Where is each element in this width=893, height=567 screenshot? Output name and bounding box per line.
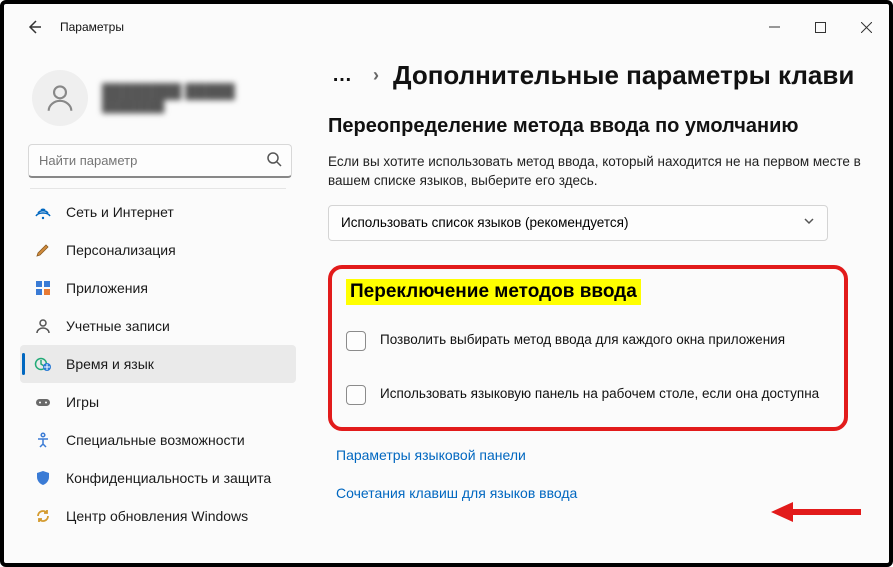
- minimize-button[interactable]: [751, 4, 797, 50]
- nav-item-brush[interactable]: Персонализация: [20, 231, 296, 269]
- brush-icon: [34, 241, 52, 259]
- shield-icon: [34, 469, 52, 487]
- nav-item-shield[interactable]: Конфиденциальность и защита: [20, 459, 296, 497]
- breadcrumb: … › Дополнительные параметры клави: [328, 60, 889, 113]
- override-description: Если вы хотите использовать метод ввода,…: [328, 153, 889, 191]
- nav-list: Сеть и Интернет Персонализация Приложения У…: [20, 188, 300, 563]
- profile-block[interactable]: ████████ █████ ████████: [20, 56, 300, 144]
- nav-item-network[interactable]: Сеть и Интернет: [20, 193, 296, 231]
- nav-item-games[interactable]: Игры: [20, 383, 296, 421]
- window-title: Параметры: [60, 20, 124, 34]
- search-icon: [266, 151, 282, 172]
- breadcrumb-more-button[interactable]: …: [328, 64, 359, 87]
- apps-icon: [34, 279, 52, 297]
- default-input-method-dropdown[interactable]: Использовать список языков (рекомендуетс…: [328, 205, 828, 241]
- nav-item-label: Время и язык: [66, 356, 154, 372]
- nav-item-label: Специальные возможности: [66, 432, 245, 448]
- nav-item-label: Сеть и Интернет: [66, 204, 174, 220]
- person-icon: [34, 317, 52, 335]
- nav-item-label: Центр обновления Windows: [66, 508, 248, 524]
- language-bar-label: Использовать языковую панель на рабочем …: [380, 385, 823, 403]
- nav-item-person[interactable]: Учетные записи: [20, 307, 296, 345]
- close-button[interactable]: [843, 4, 889, 50]
- nav-item-apps[interactable]: Приложения: [20, 269, 296, 307]
- dropdown-selected-label: Использовать список языков (рекомендуетс…: [341, 215, 628, 230]
- nav-item-label: Учетные записи: [66, 318, 170, 334]
- network-icon: [34, 203, 52, 221]
- switching-heading: Переключение методов ввода: [346, 279, 641, 305]
- timelang-icon: [34, 355, 52, 373]
- highlight-box: Переключение методов ввода Позволить выб…: [328, 265, 848, 431]
- chevron-right-icon: ›: [373, 65, 379, 86]
- avatar: [32, 70, 88, 126]
- back-button[interactable]: [18, 11, 50, 43]
- chevron-down-icon: [803, 215, 815, 230]
- games-icon: [34, 393, 52, 411]
- per-window-checkbox[interactable]: [346, 331, 366, 351]
- override-heading: Переопределение метода ввода по умолчани…: [328, 113, 889, 139]
- per-window-label: Позволить выбирать метод ввода для каждо…: [380, 331, 789, 349]
- nav-item-label: Конфиденциальность и защита: [66, 470, 271, 486]
- page-title: Дополнительные параметры клави: [393, 60, 854, 91]
- nav-item-label: Игры: [66, 394, 99, 410]
- language-bar-checkbox[interactable]: [346, 385, 366, 405]
- search-input[interactable]: [28, 144, 292, 178]
- input-language-hotkeys-link[interactable]: Сочетания клавиш для языков ввода: [336, 485, 889, 501]
- nav-item-label: Персонализация: [66, 242, 176, 258]
- annotation-arrow: [771, 500, 861, 524]
- nav-item-timelang[interactable]: Время и язык: [20, 345, 296, 383]
- access-icon: [34, 431, 52, 449]
- maximize-button[interactable]: [797, 4, 843, 50]
- nav-item-update[interactable]: Центр обновления Windows: [20, 497, 296, 535]
- language-bar-options-link[interactable]: Параметры языковой панели: [336, 447, 889, 463]
- update-icon: [34, 507, 52, 525]
- nav-item-access[interactable]: Специальные возможности: [20, 421, 296, 459]
- nav-item-label: Приложения: [66, 280, 148, 296]
- profile-text: ████████ █████ ████████: [102, 82, 235, 114]
